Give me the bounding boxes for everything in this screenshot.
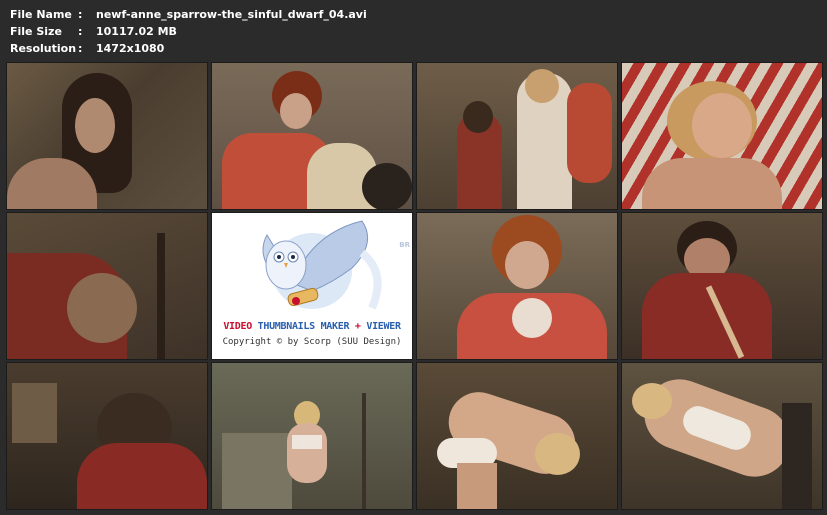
resolution-value: 1472x1080 [96, 42, 165, 55]
frame-image [7, 213, 207, 359]
separator: : [78, 25, 83, 38]
resolution-row: Resolution : 1472x1080 [10, 40, 367, 57]
frame-image [417, 63, 617, 209]
thumbnail-11[interactable] [416, 362, 618, 510]
thumbnail-2[interactable] [211, 62, 413, 210]
file-size-label: File Size [10, 25, 62, 38]
thumbnail-12[interactable] [621, 362, 823, 510]
frame-image [7, 363, 207, 509]
thumbnail-grid: BR VIDEO THUMBNAILS MAKER + VIEWER Copyr… [4, 60, 824, 512]
thumbnail-7[interactable] [416, 212, 618, 360]
file-name-value: newf-anne_sparrow-the_sinful_dwarf_04.av… [96, 8, 367, 21]
thumbnail-5[interactable] [6, 212, 208, 360]
logo-copyright: Copyright © by Scorp (SUU Design) [222, 337, 402, 347]
frame-image [212, 363, 412, 509]
thumbnail-8[interactable] [621, 212, 823, 360]
file-size-value: 10117.02 MB [96, 25, 177, 38]
thumbnail-9[interactable] [6, 362, 208, 510]
owl-logo-icon [262, 220, 382, 310]
thumbnail-4[interactable] [621, 62, 823, 210]
resolution-label: Resolution [10, 42, 77, 55]
file-info-panel: File Name : newf-anne_sparrow-the_sinful… [10, 6, 367, 57]
logo-side-text: BR [399, 241, 410, 249]
frame-image [622, 63, 822, 209]
frame-image [7, 63, 207, 209]
thumbnail-3[interactable] [416, 62, 618, 210]
thumbnail-1[interactable] [6, 62, 208, 210]
frame-image [212, 63, 412, 209]
separator: : [78, 8, 83, 21]
thumbnail-10[interactable] [211, 362, 413, 510]
logo-brand-text: VIDEO THUMBNAILS MAKER + VIEWER [223, 321, 401, 332]
file-name-row: File Name : newf-anne_sparrow-the_sinful… [10, 6, 367, 23]
file-name-label: File Name [10, 8, 72, 21]
frame-image [622, 213, 822, 359]
frame-image [417, 213, 617, 359]
separator: : [78, 42, 83, 55]
frame-image [417, 363, 617, 509]
frame-image [622, 363, 822, 509]
file-size-row: File Size : 10117.02 MB [10, 23, 367, 40]
logo-tile: BR VIDEO THUMBNAILS MAKER + VIEWER Copyr… [211, 212, 413, 360]
